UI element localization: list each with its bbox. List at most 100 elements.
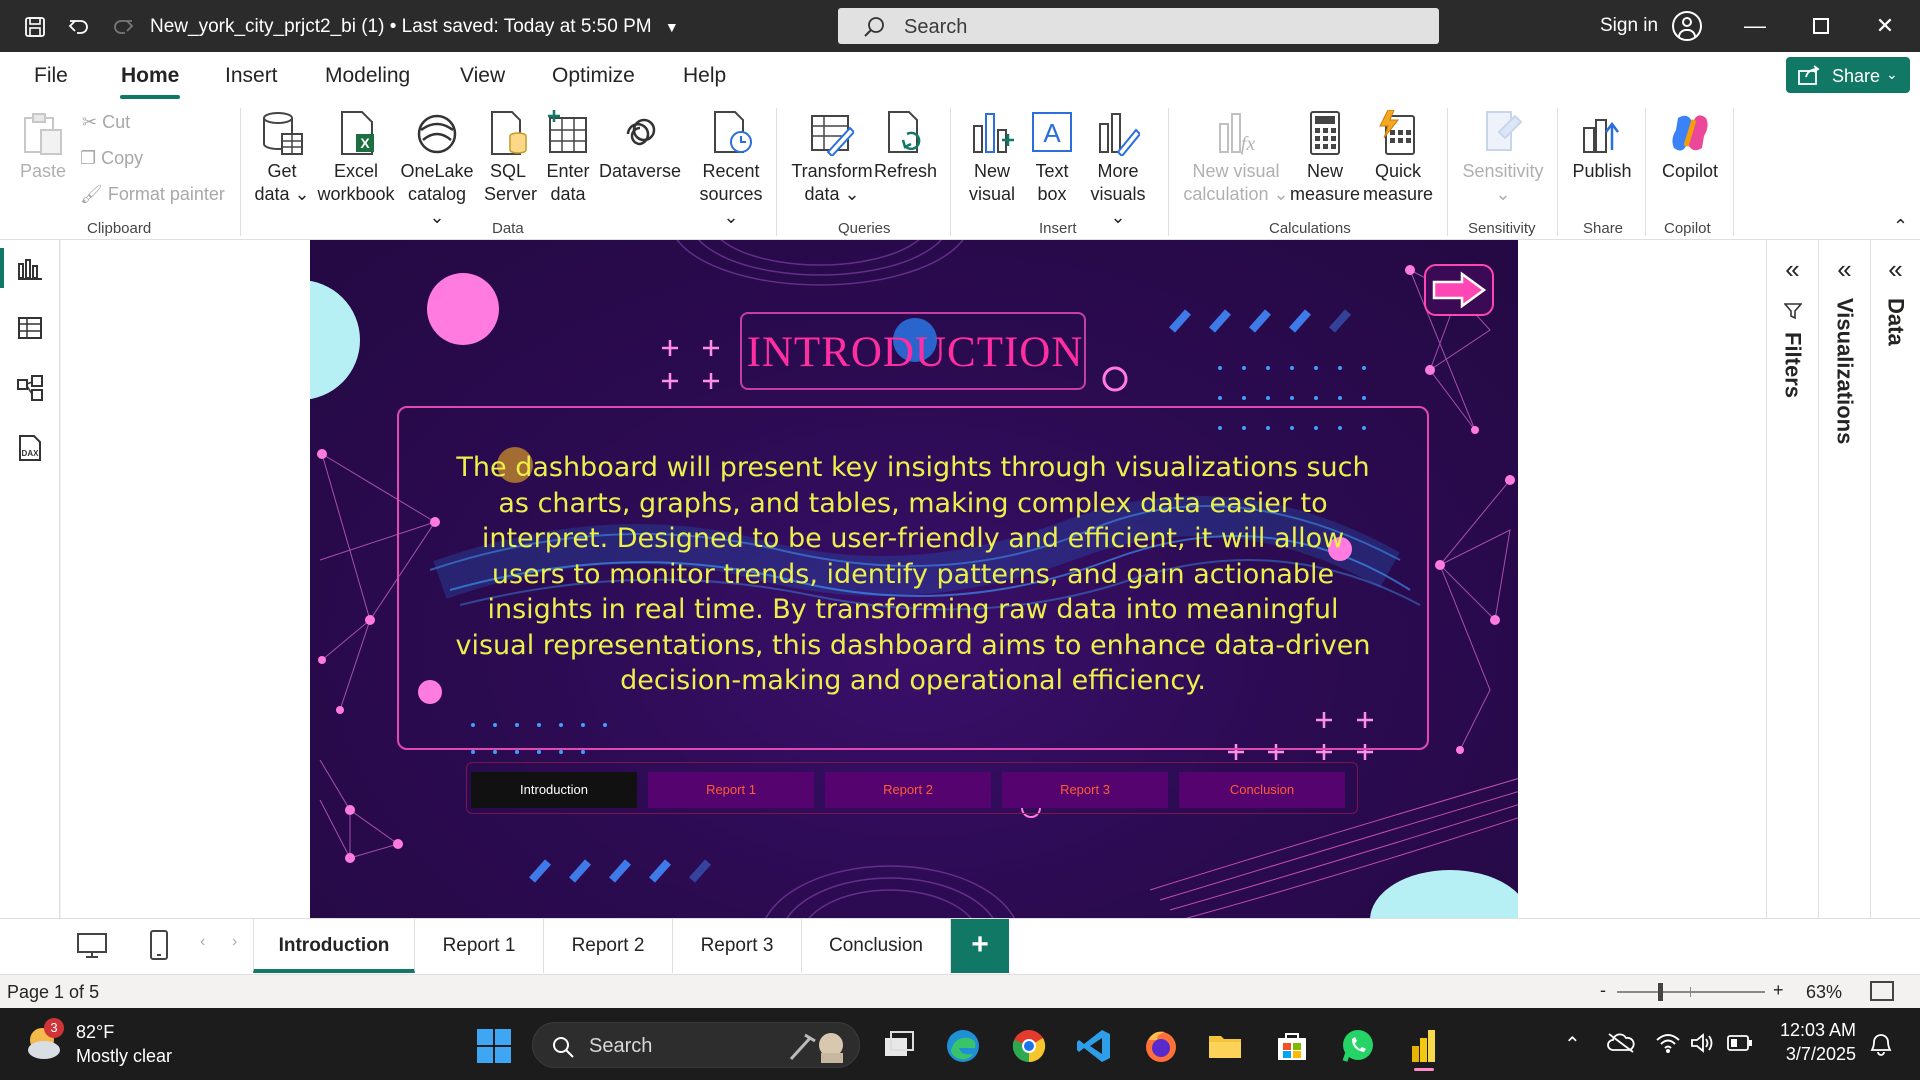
microsoft-store-icon[interactable] [1274, 1028, 1310, 1064]
tab-insert[interactable]: Insert [225, 64, 278, 88]
edge-browser-icon[interactable] [945, 1028, 981, 1064]
ribbon-divider [1733, 108, 1734, 236]
dax-query-view-icon[interactable]: DAX [16, 434, 44, 462]
zoom-slider-thumb[interactable] [1658, 983, 1663, 1001]
battery-icon[interactable] [1727, 1034, 1753, 1057]
minimize-button[interactable]: — [1737, 10, 1773, 42]
expand-filters-icon[interactable]: « [1767, 254, 1818, 285]
new-measure-button[interactable]: New measure [1290, 110, 1360, 206]
recent-sources-button[interactable]: Recent sources ⌄ [692, 110, 770, 229]
nav-button-conclusion[interactable]: Conclusion [1179, 772, 1345, 808]
nav-button-report-2[interactable]: Report 2 [825, 772, 991, 808]
power-bi-taskbar-icon[interactable] [1406, 1028, 1442, 1071]
file-explorer-icon[interactable] [1207, 1028, 1243, 1064]
show-hidden-icons-icon[interactable]: ⌃ [1564, 1032, 1581, 1057]
text-box-button[interactable]: A Text box [1026, 110, 1078, 206]
data-pane[interactable]: « Data [1870, 240, 1920, 918]
copilot-button[interactable]: Copilot [1654, 110, 1726, 183]
cut-icon: ✂ [82, 112, 98, 132]
save-icon[interactable] [22, 14, 48, 40]
maximize-button[interactable] [1803, 10, 1839, 42]
zoom-slider-tick [1690, 987, 1691, 997]
excel-workbook-button[interactable]: X Excel workbook [314, 110, 398, 206]
tab-modeling[interactable]: Modeling [325, 64, 410, 88]
scroll-left-icon[interactable]: ‹ [200, 933, 205, 951]
mobile-layout-icon[interactable] [148, 929, 170, 966]
firefox-icon[interactable] [1143, 1028, 1179, 1064]
tab-help[interactable]: Help [683, 64, 726, 88]
zoom-out-button[interactable]: - [1600, 980, 1606, 1001]
database-icon [260, 110, 304, 156]
transform-label-1: Transform [791, 161, 873, 181]
zoom-slider[interactable] [1617, 983, 1765, 1001]
task-view-icon[interactable] [881, 1028, 917, 1064]
next-page-button[interactable] [1424, 264, 1494, 316]
add-page-button[interactable]: + [951, 919, 1009, 973]
clock-date[interactable]: 3/7/2025 [1778, 1044, 1856, 1065]
onedrive-offline-icon[interactable] [1607, 1032, 1635, 1059]
undo-icon[interactable] [66, 14, 92, 40]
new-visual-button[interactable]: New visual [966, 110, 1018, 206]
whatsapp-icon[interactable] [1340, 1028, 1376, 1064]
report-page[interactable]: INTRODUCTION The dashboard will present … [310, 240, 1518, 918]
copy-icon: ❐ [80, 148, 97, 168]
page-tab-report-2[interactable]: Report 2 [544, 919, 673, 973]
tab-file[interactable]: File [34, 64, 68, 88]
nav-button-report-3[interactable]: Report 3 [1002, 772, 1168, 808]
notifications-icon[interactable] [1868, 1032, 1894, 1061]
taskbar-search-placeholder: Search [589, 1035, 653, 1057]
model-view-icon[interactable] [16, 374, 44, 402]
group-label-clipboard: Clipboard [87, 220, 152, 237]
more-visuals-button[interactable]: More visuals ⌄ [1082, 110, 1154, 229]
report-view-icon[interactable] [16, 254, 44, 282]
nav-button-introduction[interactable]: Introduction [471, 772, 637, 808]
tab-view[interactable]: View [460, 64, 505, 88]
group-label-copilot: Copilot [1664, 220, 1711, 237]
quick-measure-button[interactable]: Quick measure [1362, 109, 1434, 206]
page-tab-conclusion[interactable]: Conclusion [802, 919, 951, 973]
table-view-icon[interactable] [16, 314, 44, 342]
filters-pane[interactable]: « Filters [1766, 240, 1818, 918]
volume-icon[interactable] [1690, 1032, 1716, 1059]
page-tab-report-3[interactable]: Report 3 [673, 919, 802, 973]
desktop-layout-icon[interactable] [76, 931, 108, 966]
enter-data-button[interactable]: Enter data [542, 110, 594, 206]
sign-in-button[interactable]: Sign in [1600, 15, 1658, 37]
account-avatar-icon[interactable] [1672, 11, 1702, 41]
onelake-catalog-button[interactable]: OneLake catalog ⌄ [398, 110, 476, 229]
page-tab-report-1[interactable]: Report 1 [415, 919, 544, 973]
visualizations-pane[interactable]: « Visualizations [1818, 240, 1870, 918]
sql-server-button[interactable]: SQL Server [484, 110, 537, 206]
fit-to-page-icon[interactable] [1870, 981, 1894, 1001]
wifi-icon[interactable] [1655, 1032, 1681, 1059]
page-tab-introduction[interactable]: Introduction [253, 919, 415, 973]
title-dropdown-icon[interactable]: ▼ [665, 19, 679, 35]
share-button[interactable]: Share ⌄ [1786, 57, 1910, 93]
taskbar-search-input[interactable]: Search [532, 1022, 860, 1068]
weather-widget[interactable]: 3 82°F Mostly clear [22, 1018, 172, 1069]
nav-button-report-1[interactable]: Report 1 [648, 772, 814, 808]
zoom-level[interactable]: 63% [1806, 982, 1842, 1003]
zoom-in-button[interactable]: + [1773, 980, 1784, 1001]
document-title[interactable]: New_york_city_prjct2_bi (1) • Last saved… [150, 16, 679, 38]
start-button[interactable] [476, 1028, 512, 1064]
right-arrow-icon [1432, 271, 1487, 309]
publish-button[interactable]: Publish [1566, 110, 1638, 183]
dataverse-button[interactable]: Dataverse [598, 110, 682, 183]
search-input[interactable]: Search [838, 8, 1439, 44]
refresh-button[interactable]: Refresh [874, 110, 937, 183]
expand-data-icon[interactable]: « [1871, 254, 1920, 285]
clock-time[interactable]: 12:03 AM [1778, 1020, 1856, 1041]
transform-data-button[interactable]: Transform data ⌄ [790, 110, 874, 206]
get-data-button[interactable]: Get data ⌄ [252, 110, 312, 206]
refresh-icon [883, 110, 927, 156]
chrome-browser-icon[interactable] [1011, 1028, 1047, 1064]
close-button[interactable]: ✕ [1867, 10, 1903, 42]
tab-home[interactable]: Home [121, 64, 179, 88]
tab-optimize[interactable]: Optimize [552, 64, 635, 88]
collapse-ribbon-icon[interactable]: ⌃ [1893, 216, 1908, 237]
visual-calculation-icon: fx [1214, 110, 1258, 156]
expand-visualizations-icon[interactable]: « [1819, 254, 1870, 285]
scroll-right-icon[interactable]: › [232, 933, 237, 951]
vscode-icon[interactable] [1076, 1028, 1112, 1064]
